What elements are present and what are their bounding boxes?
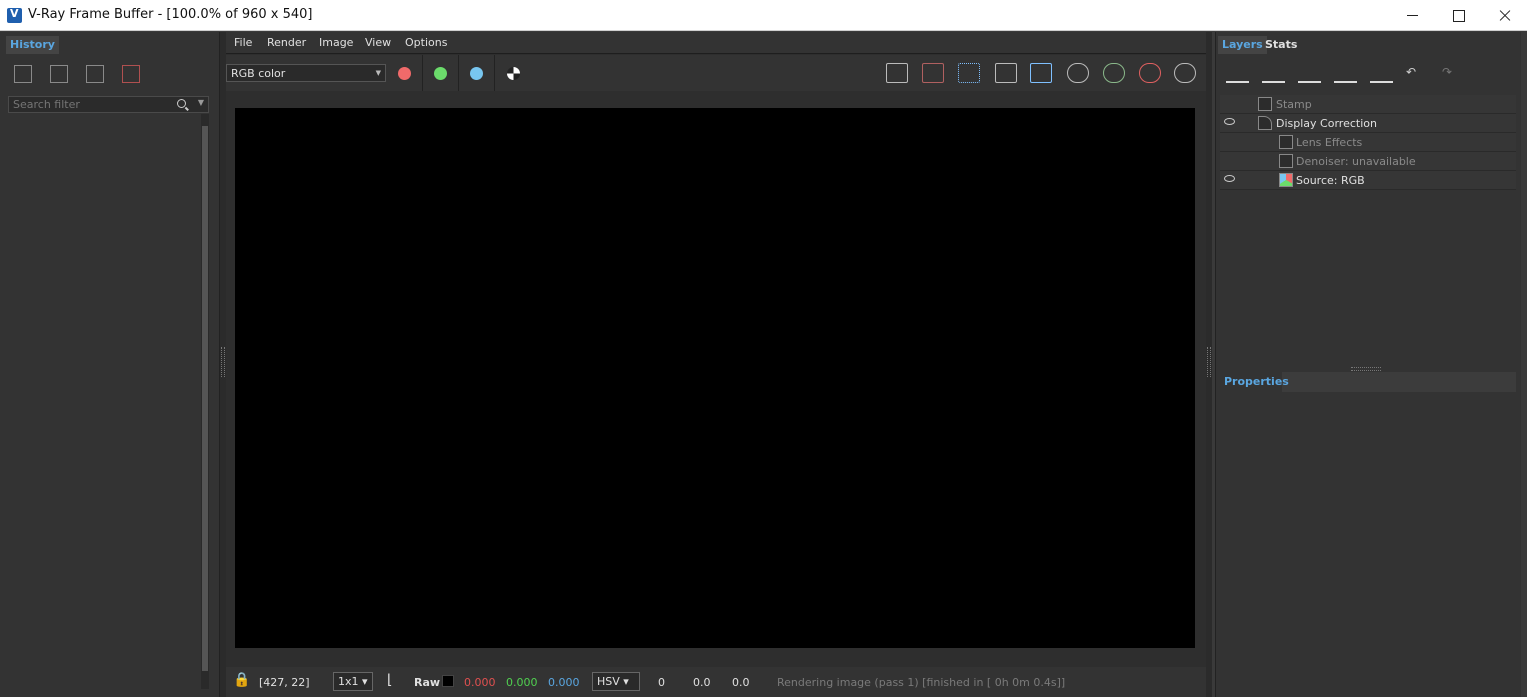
value-value: 0.0 xyxy=(732,676,750,689)
menu-image[interactable]: Image xyxy=(319,36,353,49)
alpha-channel-icon[interactable] xyxy=(507,67,520,80)
delete-layer-icon[interactable] xyxy=(1262,65,1285,83)
curve-icon xyxy=(1258,116,1272,130)
tab-properties[interactable]: Properties xyxy=(1220,372,1289,392)
lens-effects-icon xyxy=(1279,135,1293,149)
splitter-grip[interactable] xyxy=(221,347,225,377)
menu-render[interactable]: Render xyxy=(267,36,306,49)
properties-header: Properties xyxy=(1220,372,1516,392)
title-bar: V-Ray Frame Buffer - [100.0% of 960 x 54… xyxy=(0,0,1527,31)
channel-value: RGB color xyxy=(231,67,286,80)
splitter-grip[interactable] xyxy=(1207,347,1211,377)
layer-display-correction[interactable]: Display Correction xyxy=(1220,114,1516,133)
tab-history[interactable]: History xyxy=(6,36,59,54)
remove-history-icon[interactable] xyxy=(122,65,140,83)
green-channel-toggle[interactable] xyxy=(423,55,459,91)
track-mouse-icon[interactable] xyxy=(1030,63,1052,83)
load-history-icon[interactable] xyxy=(86,65,104,83)
curve-icon[interactable]: ⌊ xyxy=(387,672,392,688)
frame-buffer-area: File Render Image View Options RGB color… xyxy=(226,32,1206,697)
menu-file[interactable]: File xyxy=(234,36,252,49)
scroll-thumb[interactable] xyxy=(202,126,208,671)
ratio-select[interactable]: 1x1 ▾ xyxy=(333,672,373,691)
red-channel-icon xyxy=(398,67,411,80)
vray-logo-icon xyxy=(7,7,22,23)
layer-lens-effects[interactable]: Lens Effects xyxy=(1220,133,1516,152)
lock-icon[interactable]: 🔒 xyxy=(233,672,250,688)
rgb-source-icon xyxy=(1279,173,1293,187)
close-button[interactable] xyxy=(1481,0,1527,31)
green-channel-icon xyxy=(434,67,447,80)
green-value: 0.000 xyxy=(506,676,538,689)
status-bar: 🔒 [427, 22] 1x1 ▾ ⌊ Raw 0.000 0.000 0.00… xyxy=(226,667,1206,697)
pixel-coords: [427, 22] xyxy=(259,676,310,689)
menu-view[interactable]: View xyxy=(365,36,391,49)
layers-list: Stamp Display Correction Lens Effects De… xyxy=(1220,95,1516,190)
layer-presets-icon[interactable] xyxy=(1370,65,1393,83)
region-render-icon[interactable] xyxy=(958,63,980,83)
clear-image-icon[interactable] xyxy=(922,63,944,83)
redo-icon[interactable]: ↷ xyxy=(1442,65,1465,83)
chevron-down-icon[interactable]: ▼ xyxy=(198,98,204,107)
layer-label: Display Correction xyxy=(1276,117,1377,130)
load-layer-tree-icon[interactable] xyxy=(1334,65,1357,83)
channel-select[interactable]: RGB color ▼ xyxy=(226,64,386,82)
tab-layers[interactable]: Layers xyxy=(1218,36,1267,54)
search-icon[interactable] xyxy=(177,99,186,108)
render-viewport[interactable] xyxy=(235,108,1195,648)
right-splitter[interactable] xyxy=(1206,32,1212,697)
minimize-button[interactable] xyxy=(1389,0,1435,31)
color-swatch xyxy=(442,675,454,687)
raw-label: Raw xyxy=(414,676,441,689)
search-input[interactable] xyxy=(9,97,169,112)
add-layer-icon[interactable] xyxy=(1226,65,1249,83)
test-resolution-icon[interactable] xyxy=(995,63,1017,83)
blue-value: 0.000 xyxy=(548,676,580,689)
layer-label: Denoiser: unavailable xyxy=(1296,155,1416,168)
render-teapot-icon[interactable] xyxy=(1174,63,1196,83)
history-panel: History ▼ xyxy=(0,32,220,697)
hue-value: 0 xyxy=(658,676,665,689)
layer-stamp[interactable]: Stamp xyxy=(1220,95,1516,114)
save-layer-tree-icon[interactable] xyxy=(1298,65,1321,83)
red-channel-toggle[interactable] xyxy=(387,55,423,91)
red-value: 0.000 xyxy=(464,676,496,689)
maximize-button[interactable] xyxy=(1435,0,1481,31)
render-status-message: Rendering image (pass 1) [finished in [ … xyxy=(777,676,1066,689)
denoiser-icon xyxy=(1279,154,1293,168)
save-image-icon[interactable] xyxy=(886,63,908,83)
history-search[interactable]: ▼ xyxy=(8,96,209,113)
menu-bar: File Render Image View Options xyxy=(226,32,1206,54)
chevron-down-icon: ▼ xyxy=(375,69,381,77)
stop-render-icon[interactable] xyxy=(1139,63,1161,83)
panel-divider-grip[interactable] xyxy=(1351,367,1381,371)
ratio-value: 1x1 xyxy=(338,675,359,688)
layer-denoiser[interactable]: Denoiser: unavailable xyxy=(1220,152,1516,171)
menu-options[interactable]: Options xyxy=(405,36,447,49)
layer-label: Source: RGB xyxy=(1296,174,1365,187)
visibility-eye-icon[interactable] xyxy=(1224,175,1235,182)
layer-toolbar: ↶ ↷ xyxy=(1226,65,1465,83)
layer-label: Lens Effects xyxy=(1296,136,1363,149)
undo-icon[interactable]: ↶ xyxy=(1406,65,1429,83)
render-region-icon[interactable] xyxy=(1067,63,1089,83)
layer-source-rgb[interactable]: Source: RGB xyxy=(1220,171,1516,190)
toolbar: RGB color ▼ xyxy=(226,55,1206,91)
color-mode-select[interactable]: HSV ▾ xyxy=(592,672,640,691)
saturation-value: 0.0 xyxy=(693,676,711,689)
history-toolbar xyxy=(14,65,140,83)
history-scrollbar[interactable] xyxy=(201,114,209,689)
interactive-render-icon[interactable] xyxy=(1103,63,1125,83)
save-to-history-icon[interactable] xyxy=(14,65,32,83)
blue-channel-icon xyxy=(470,67,483,80)
layer-label: Stamp xyxy=(1276,98,1312,111)
stamp-icon xyxy=(1258,97,1272,111)
visibility-eye-icon[interactable] xyxy=(1224,118,1235,125)
blue-channel-toggle[interactable] xyxy=(459,55,495,91)
color-mode-value: HSV xyxy=(597,675,620,688)
ab-compare-icon[interactable] xyxy=(50,65,68,83)
window-title: V-Ray Frame Buffer - [100.0% of 960 x 54… xyxy=(28,7,313,22)
layers-panel: Layers Stats ↶ ↷ Stamp Display Correctio… xyxy=(1215,32,1521,697)
tab-stats[interactable]: Stats xyxy=(1261,36,1301,54)
